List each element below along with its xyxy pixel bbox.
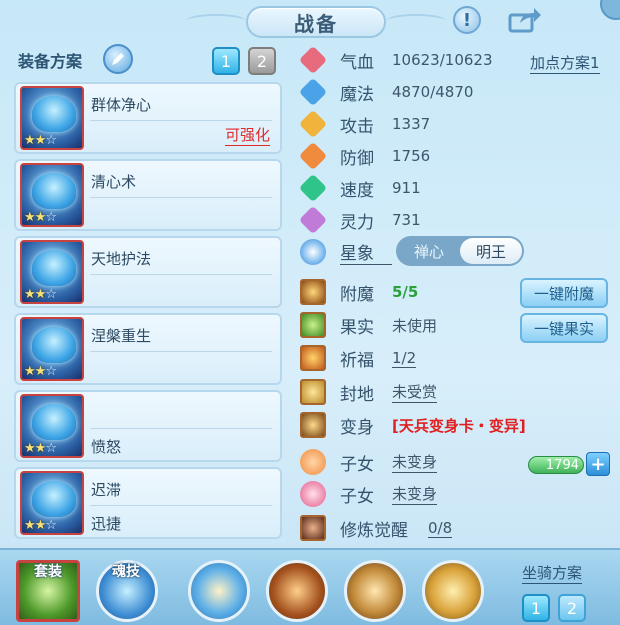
star-sign-icon [300,239,326,265]
plan-1-button[interactable]: 1 [212,47,240,75]
title-ornament-right [386,14,446,28]
stat-spirit: 灵力 731 [298,205,421,235]
sword-icon [298,109,328,139]
mount-slot-4[interactable] [422,560,484,622]
cultivation-row: 修炼觉醒 0/8 [300,514,453,542]
child-1-value[interactable]: 未变身 [392,451,438,473]
stat-hp: 气血 10623/10623 [298,45,493,75]
skill-name: 天地护法 [91,250,152,268]
stat-speed: 速度 911 [298,173,421,203]
add-point-plan-link[interactable]: 加点方案1 [530,52,600,74]
skill-icon: ★★☆ [20,163,84,227]
transform-card-link[interactable]: [天兵变身卡・变异] [392,415,526,436]
star-sign-row: 星象 [300,238,392,266]
child-energy-bar: 1794 [528,456,584,474]
skill-stars: ★★☆ [24,287,57,302]
child-row-1: 子女 未变身 [300,448,438,476]
blessing-row: 祈福 1/2 [300,344,417,372]
skill-name: 群体净心 [91,96,152,114]
star-sign-toggle[interactable]: 禅心 明王 [396,236,524,266]
skill-stars: ★★☆ [24,133,57,148]
skill-stars: ★★☆ [24,364,57,379]
child-icon [300,481,326,507]
lightning-icon [298,173,328,203]
fruit-row: 果实 未使用 [300,311,437,339]
pencil-icon [112,53,124,65]
info-icon[interactable]: ! [453,6,481,34]
skill-name: 愤怒 [91,438,122,456]
blessing-value[interactable]: 1/2 [392,349,417,368]
skill-card[interactable]: ★★☆ 涅槃重生 [14,313,282,385]
star-sign-label[interactable]: 星象 [340,239,392,265]
skill-card[interactable]: ★★☆ 群体净心 可强化 [14,82,282,154]
fief-row: 封地 未受赏 [300,378,438,406]
window-title: 战备 [246,6,386,38]
stat-attack: 攻击 1337 [298,109,430,139]
skill-stars: ★★☆ [24,441,57,456]
soul-skill-label: 魂技 [112,564,140,580]
skill-card[interactable]: ★★☆ 天地护法 [14,236,282,308]
transform-icon [300,412,326,438]
enchant-icon [300,279,326,305]
blessing-icon [300,345,326,371]
cultivation-value[interactable]: 0/8 [428,519,453,538]
edit-plan-button[interactable] [103,44,133,74]
mount-slot-2[interactable] [266,560,328,622]
upgradable-link[interactable]: 可强化 [224,124,270,146]
skill-icon: ★★☆ [20,240,84,304]
skill-list: ★★☆ 群体净心 可强化 ★★☆ 清心术 ★★☆ 天地护法 ★★☆ 涅槃重生 ★… [14,82,282,544]
skill-name: 迟滞 [91,481,122,499]
one-click-fruit-button[interactable]: 一键果实 [520,313,608,343]
skill-icon: ★★☆ [20,394,84,458]
one-click-enchant-button[interactable]: 一键附魔 [520,278,608,308]
equip-plan-title: 装备方案 [18,52,83,71]
stat-defense: 防御 1756 [298,141,430,171]
transform-row: 变身 [天兵变身卡・变异] [300,411,526,439]
mount-slot-1[interactable] [188,560,250,622]
shield-icon [298,141,328,171]
mount-slot-3[interactable] [344,560,406,622]
skill-stars: ★★☆ [24,210,57,225]
mount-plan-link[interactable]: 坐骑方案 [522,562,583,584]
heart-icon [298,45,328,75]
child-row-2: 子女 未变身 [300,480,438,508]
sparkle-icon [298,205,328,235]
skill-name: 涅槃重生 [91,327,152,345]
star-sign-option-chanxin[interactable]: 禅心 [398,238,460,264]
skill-name: 清心术 [91,173,137,191]
fief-value[interactable]: 未受赏 [392,381,438,403]
mount-plan-1-button[interactable]: 1 [522,594,550,622]
mount-plan-2-button[interactable]: 2 [558,594,586,622]
title-ornament-left [186,14,246,28]
fief-icon [300,379,326,405]
skill-name: 迅捷 [91,515,122,533]
plus-icon[interactable]: + [586,452,610,476]
share-icon[interactable] [508,6,542,34]
child-2-value[interactable]: 未变身 [392,483,438,505]
star-sign-option-mingwang[interactable]: 明王 [460,238,522,264]
plan-2-button[interactable]: 2 [248,47,276,75]
cultivation-icon [300,515,326,541]
skill-icon: ★★☆ [20,317,84,381]
fruit-icon [300,312,326,338]
skill-stars: ★★☆ [24,518,57,533]
mana-icon [298,77,328,107]
child-icon [300,449,326,475]
skill-card[interactable]: ★★☆ 迟滞 迅捷 [14,467,282,539]
set-label: 套装 [34,564,62,580]
enchant-row: 附魔 5/5 [300,278,418,306]
skill-card[interactable]: ★★☆ 清心术 [14,159,282,231]
skill-card[interactable]: ★★☆ 愤怒 [14,390,282,462]
skill-icon: ★★☆ [20,86,84,150]
stat-mp: 魔法 4870/4870 [298,77,473,107]
skill-icon: ★★☆ [20,471,84,535]
